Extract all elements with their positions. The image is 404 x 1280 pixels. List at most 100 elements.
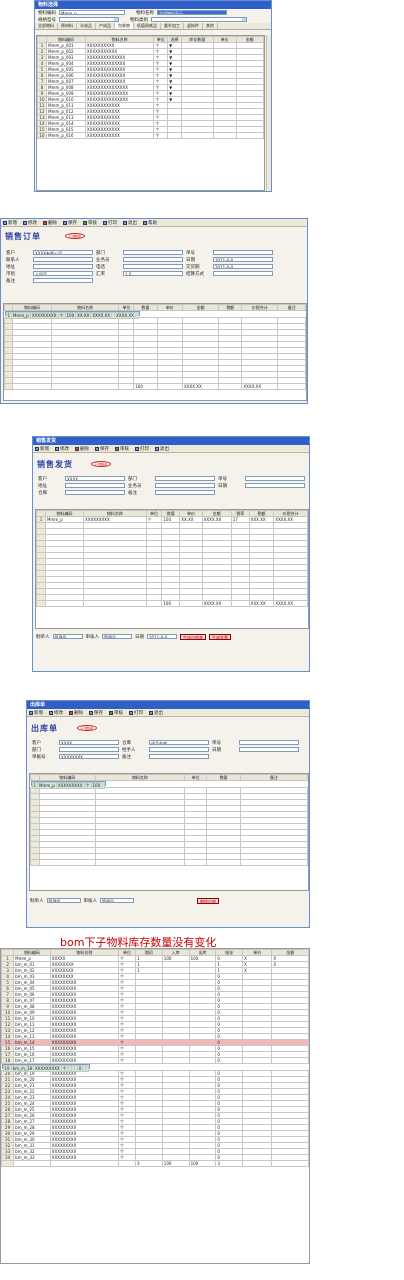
table-row[interactable]: 18 bm_m_17 XXXXXXXXX 个 0: [1, 1057, 309, 1064]
approve-outbound-button[interactable]: 审核出库: [197, 897, 219, 904]
table-cell[interactable]: XXXX.XX: [114, 312, 136, 319]
table-row[interactable]: 1 Mmm_p XXXXXXXXX 个 100 XX.XX XXXX.XX XXXX.XX: [4, 311, 140, 319]
reviewer-field[interactable]: 管理员: [102, 634, 132, 639]
field-input[interactable]: [155, 483, 215, 488]
field-input[interactable]: 2011-0-0: [213, 257, 273, 262]
column-header[interactable]: 税额: [218, 304, 243, 311]
maker-field[interactable]: 管理员: [46, 898, 81, 903]
toolbar-button[interactable]: 打印: [103, 220, 117, 226]
toolbar-button[interactable]: 帮助: [143, 220, 157, 226]
column-header[interactable]: 单位: [118, 304, 135, 311]
tab[interactable]: 原材料: [58, 23, 77, 29]
toolbar-button[interactable]: 修改: [23, 220, 37, 226]
column-header[interactable]: 物料名称: [94, 774, 186, 781]
column-header[interactable]: 物料编码: [38, 774, 96, 781]
toolbar-button[interactable]: 新增: [3, 220, 17, 226]
tab[interactable]: 产成品: [96, 23, 115, 29]
column-header[interactable]: 备注: [277, 304, 306, 311]
toolbar-button[interactable]: 新增: [35, 446, 49, 452]
table-cell[interactable]: [206, 859, 241, 866]
tab[interactable]: 其他: [203, 23, 218, 29]
table-cell[interactable]: XXXXXXXXX: [49, 1057, 119, 1064]
table-cell[interactable]: bm_m_18: [10, 1065, 35, 1072]
table-cell[interactable]: [212, 132, 237, 139]
date-field[interactable]: 2011-0-0: [147, 634, 177, 639]
table-cell[interactable]: 个: [83, 782, 92, 789]
column-header[interactable]: 价税合计: [241, 304, 279, 311]
table-cell[interactable]: bm_m_17: [13, 1057, 51, 1064]
table-cell[interactable]: [271, 1057, 309, 1064]
field-input[interactable]: [33, 264, 93, 269]
field-input[interactable]: 成品仓库: [149, 740, 209, 745]
toolbar-button[interactable]: 退出: [123, 220, 137, 226]
toolbar-button[interactable]: 退出: [155, 446, 169, 452]
field-input[interactable]: XXXX有限公司: [33, 250, 93, 255]
table-cell[interactable]: XXXX.XX: [90, 312, 113, 319]
table-cell[interactable]: XXXXXXXXX: [55, 782, 85, 789]
tab[interactable]: 虚拟件: [184, 23, 203, 29]
tab[interactable]: 半成品: [77, 23, 96, 29]
table-cell[interactable]: [235, 132, 264, 139]
table-row[interactable]: 16 Mmm_p_016 XXXXXXXXXXXX 个: [37, 132, 264, 139]
tab[interactable]: 委外加工: [161, 23, 184, 29]
table-row[interactable]: [30, 859, 308, 866]
toolbar-button[interactable]: 保存: [89, 710, 103, 716]
table-cell[interactable]: XX.XX: [75, 312, 92, 319]
table-cell[interactable]: [134, 1057, 163, 1064]
table-cell[interactable]: XXXXXXXXX: [29, 312, 59, 319]
toolbar-button[interactable]: 保存: [63, 220, 77, 226]
field-input[interactable]: [245, 483, 305, 488]
table-cell[interactable]: [188, 1057, 217, 1064]
toolbar-button[interactable]: 审核: [115, 446, 129, 452]
toolbar-button[interactable]: 删除: [43, 220, 57, 226]
field-input[interactable]: XXXXXXXX: [59, 754, 119, 759]
material-code-input[interactable]: Mmm_p: [59, 10, 125, 15]
field-input[interactable]: [59, 747, 119, 752]
field-input[interactable]: [239, 740, 299, 745]
column-header[interactable]: 物料编码: [12, 304, 52, 311]
table-cell[interactable]: [134, 312, 139, 319]
field-input[interactable]: [155, 490, 215, 495]
field-input[interactable]: [149, 754, 209, 759]
category-select[interactable]: [151, 17, 247, 22]
field-input[interactable]: 1.0: [123, 271, 183, 276]
toolbar-button[interactable]: 保存: [95, 446, 109, 452]
field-input[interactable]: 人民币: [33, 271, 93, 276]
toolbar-button[interactable]: 新增: [29, 710, 43, 716]
table-cell[interactable]: XXXXXXXXX: [33, 1065, 62, 1072]
table-cell[interactable]: Mmm_p: [37, 782, 57, 789]
toolbar-button[interactable]: 修改: [49, 710, 63, 716]
table-cell[interactable]: 100: [90, 782, 103, 789]
field-input[interactable]: [239, 747, 299, 752]
table-cell[interactable]: XXXXXXXXXXXX: [84, 132, 155, 139]
table-cell[interactable]: 0: [215, 1057, 244, 1064]
maker-field[interactable]: 管理员: [52, 634, 83, 639]
field-input[interactable]: [65, 490, 125, 495]
table-cell[interactable]: 100: [64, 312, 77, 319]
tab[interactable]: 包装物: [115, 23, 134, 29]
table-cell[interactable]: [85, 1065, 90, 1072]
table-cell[interactable]: [38, 859, 96, 866]
table-cell[interactable]: [184, 859, 208, 866]
toolbar-button[interactable]: 审核: [83, 220, 97, 226]
generate-outbound-button[interactable]: 生成出库单: [180, 633, 206, 640]
table-cell[interactable]: Mmm_p_016: [46, 132, 86, 139]
column-header[interactable]: 物料名称: [50, 304, 120, 311]
column-header[interactable]: 单位: [184, 774, 208, 781]
table-cell[interactable]: 个: [117, 1057, 136, 1064]
table-cell[interactable]: 个: [60, 1065, 69, 1072]
table-cell[interactable]: [101, 782, 106, 789]
field-input[interactable]: [213, 271, 273, 276]
toolbar-button[interactable]: 打印: [129, 710, 143, 716]
table-cell[interactable]: [167, 132, 182, 139]
field-input[interactable]: [149, 747, 209, 752]
reviewer-field[interactable]: 管理员: [100, 898, 134, 903]
column-header[interactable]: 单价: [156, 304, 184, 311]
field-input[interactable]: 2011-0-0: [213, 264, 273, 269]
column-header[interactable]: 数量: [133, 304, 158, 311]
tab[interactable]: 低值易耗品: [134, 23, 161, 29]
table-cell[interactable]: 个: [57, 312, 66, 319]
toolbar-button[interactable]: 删除: [75, 446, 89, 452]
field-input[interactable]: [155, 476, 215, 481]
material-name-input[interactable]: 全部物料显示: [157, 10, 227, 15]
